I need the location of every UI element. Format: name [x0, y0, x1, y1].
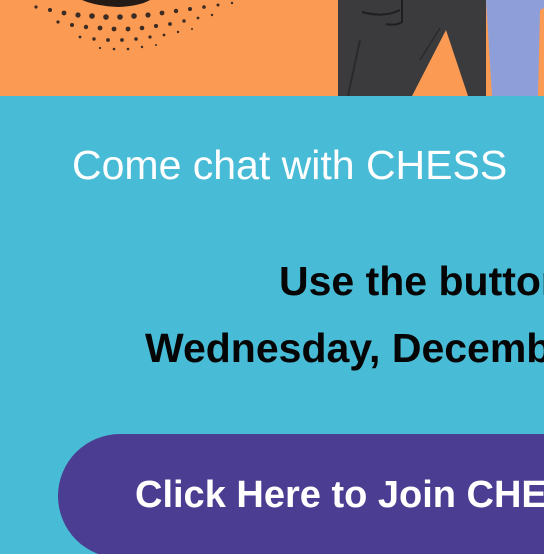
event-date-text: Wednesday, December [145, 325, 544, 371]
instruction-text: Use the button [279, 258, 544, 304]
person-illustration-icon [0, 0, 544, 96]
join-button-label: Click Here to Join CHESS [135, 474, 544, 516]
pants-icon [338, 0, 486, 96]
join-chess-button[interactable]: Click Here to Join CHESS [58, 434, 544, 554]
email-page: Come chat with CHESS Use the button Wedn… [0, 0, 544, 554]
sleeve-icon [486, 0, 544, 96]
header-banner [0, 0, 544, 96]
page-headline: Come chat with CHESS [72, 142, 508, 188]
